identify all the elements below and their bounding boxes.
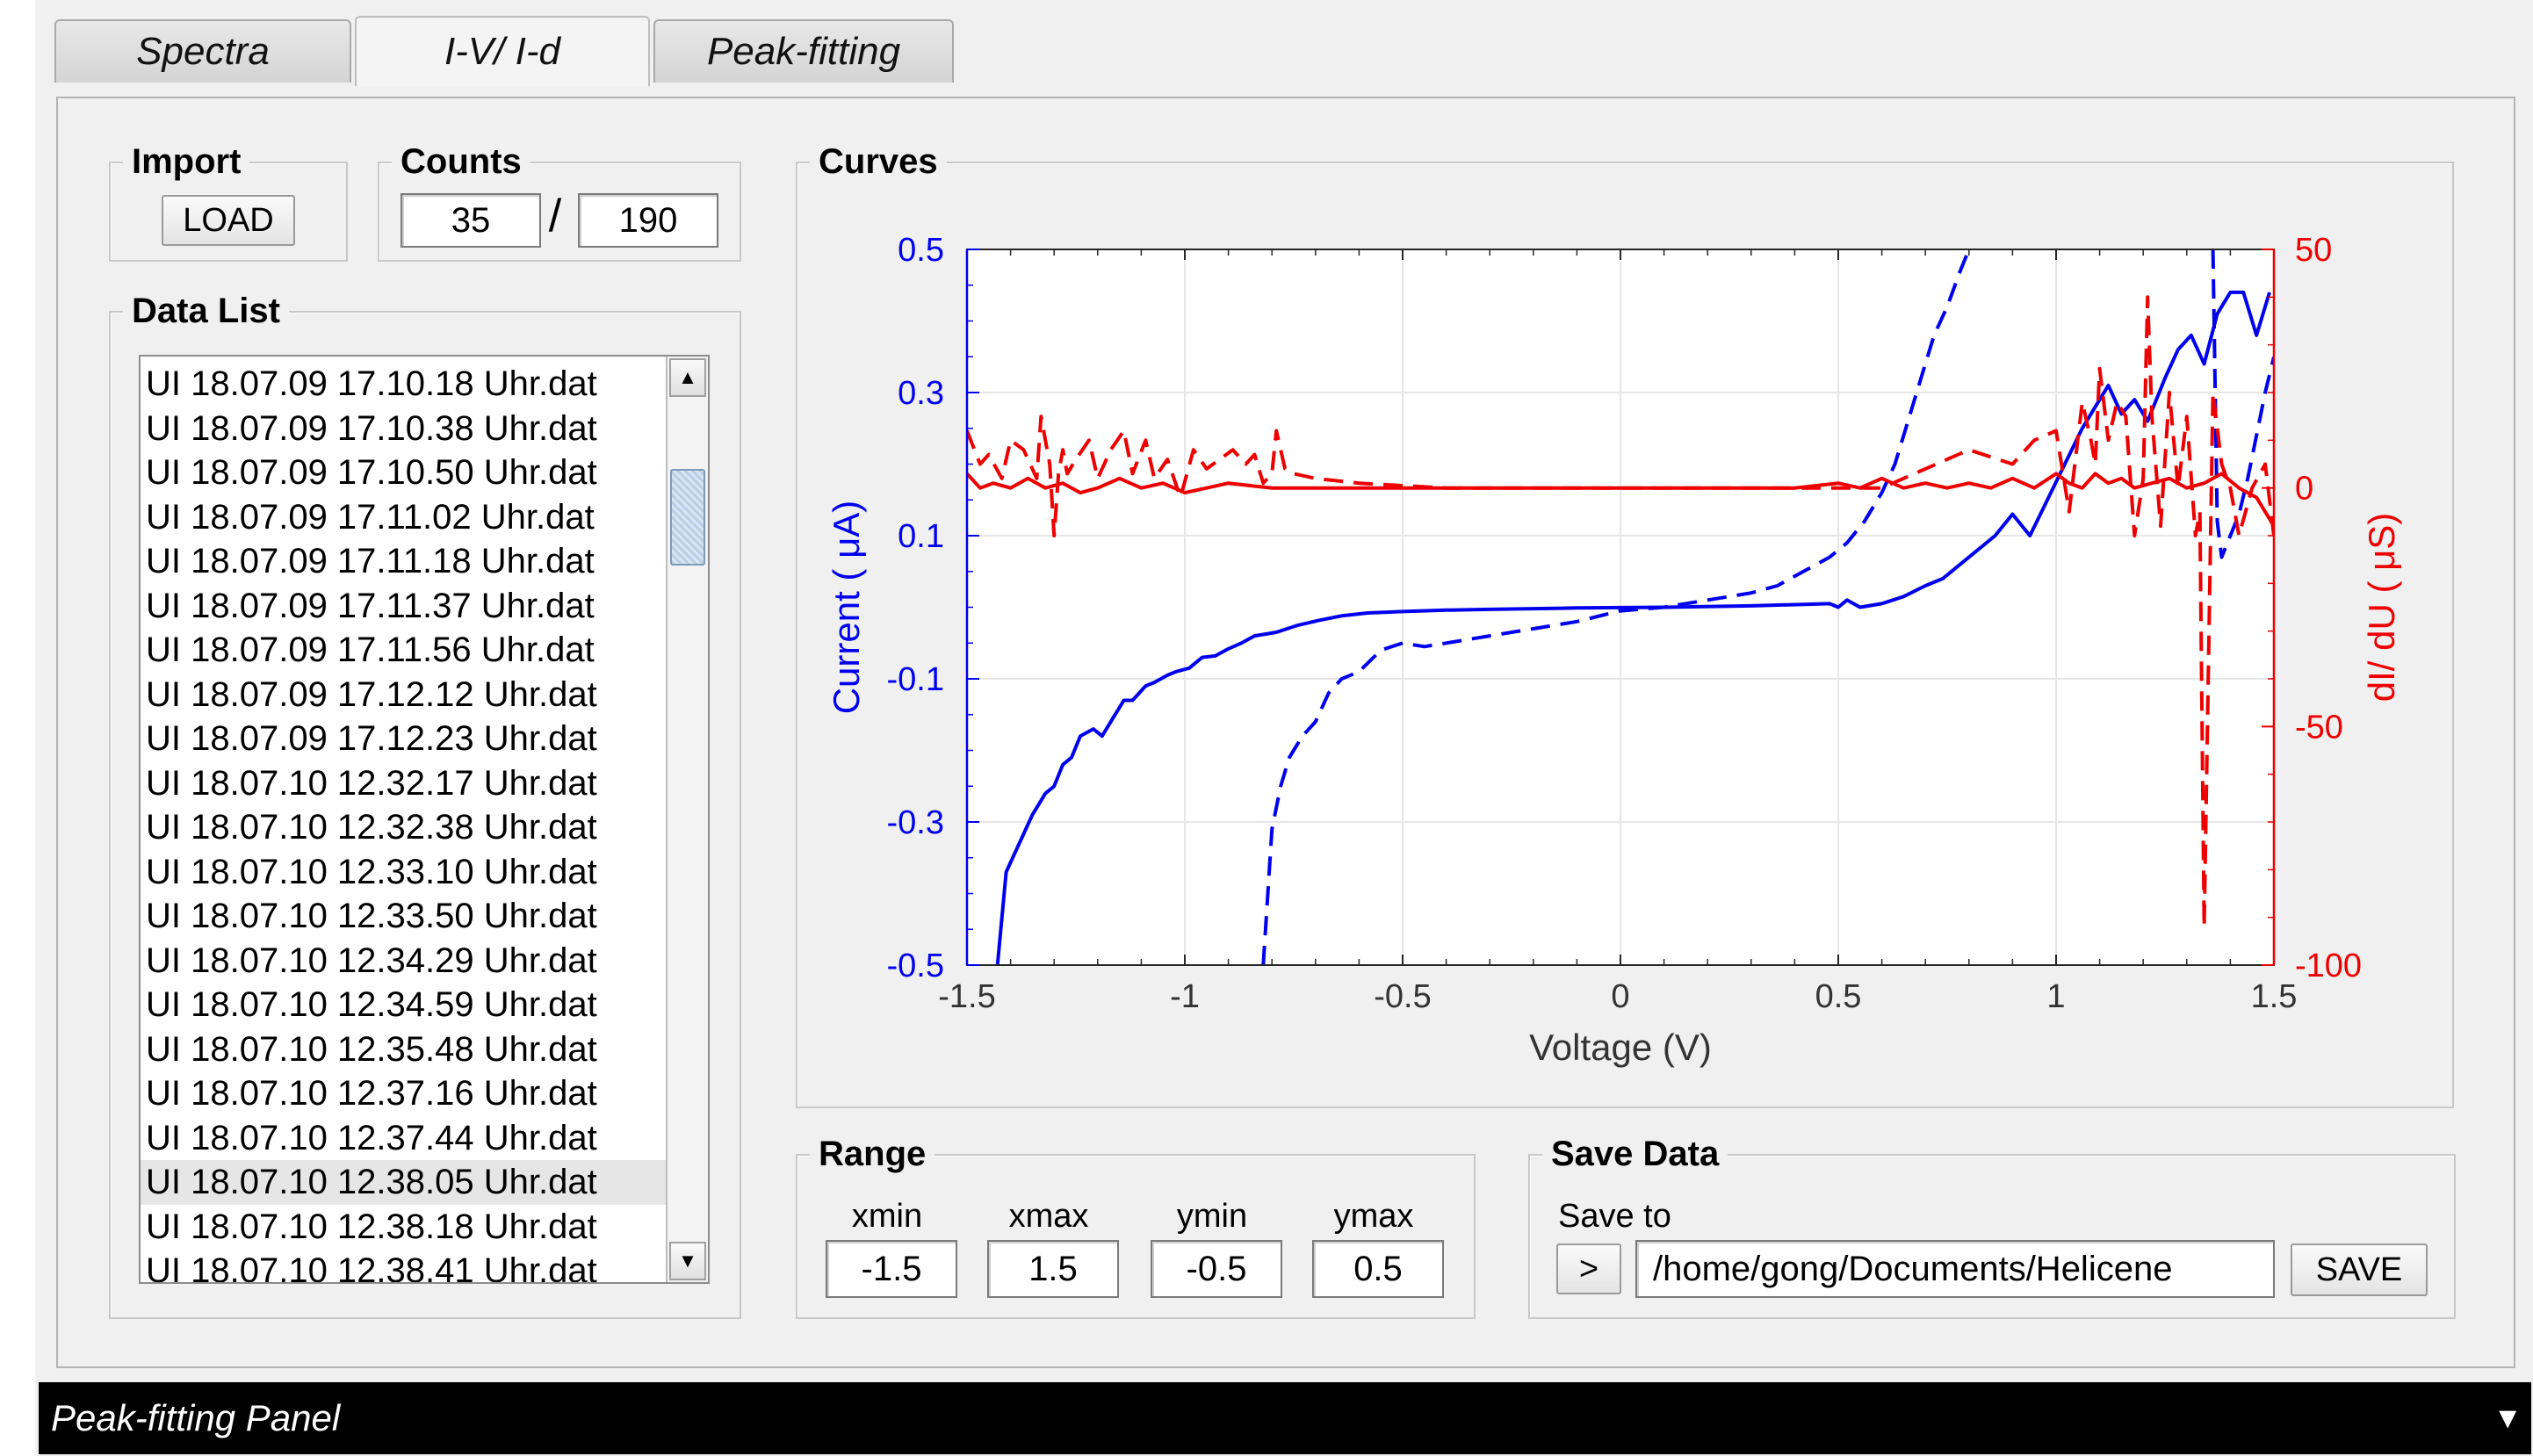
- ymax-field[interactable]: 0.5: [1312, 1240, 1444, 1298]
- list-item[interactable]: UI 18.07.10 12.38.41 Uhr.dat: [141, 1249, 666, 1282]
- xmax-field[interactable]: 1.5: [987, 1240, 1119, 1298]
- save-to-label: Save to: [1558, 1198, 1671, 1235]
- list-item[interactable]: UI 18.07.10 12.33.50 Uhr.dat: [141, 894, 666, 939]
- list-scrollbar[interactable]: ▲ ▼: [666, 357, 708, 1282]
- tab-spectra[interactable]: Spectra: [54, 19, 351, 83]
- list-item[interactable]: UI 18.07.10 12.38.18 Uhr.dat: [141, 1205, 666, 1250]
- list-item[interactable]: UI 18.07.09 17.11.18 Uhr.dat: [141, 539, 666, 584]
- list-item[interactable]: UI 18.07.09 17.10.50 Uhr.dat: [141, 450, 666, 495]
- list-item[interactable]: UI 18.07.09 17.11.02 Uhr.dat: [141, 495, 666, 540]
- expand-arrow-icon[interactable]: ▼: [2493, 1402, 2522, 1436]
- counts-separator: /: [548, 191, 562, 241]
- save-button[interactable]: SAVE: [2291, 1243, 2428, 1296]
- list-item[interactable]: UI 18.07.09 17.10.18 Uhr.dat: [141, 362, 666, 407]
- list-item[interactable]: UI 18.07.10 12.32.38 Uhr.dat: [141, 805, 666, 850]
- counts-total-field[interactable]: 190: [578, 193, 718, 248]
- curves-title: Curves: [810, 139, 947, 184]
- tab-iv-id[interactable]: I-V/ I-d: [355, 16, 650, 86]
- curves-group: Curves: [796, 139, 2454, 1108]
- range-title: Range: [810, 1131, 935, 1177]
- ymin-field[interactable]: -0.5: [1151, 1240, 1282, 1298]
- xmin-label: xmin: [851, 1198, 923, 1235]
- list-item[interactable]: UI 18.07.10 12.38.05 Uhr.dat: [141, 1160, 666, 1205]
- list-item[interactable]: UI 18.07.09 17.11.56 Uhr.dat: [141, 628, 666, 673]
- list-item[interactable]: UI 18.07.09 17.10.38 Uhr.dat: [141, 407, 666, 451]
- save-data-title: Save Data: [1542, 1131, 1728, 1177]
- scroll-down-icon[interactable]: ▼: [669, 1242, 706, 1280]
- data-listbox[interactable]: UI 18.07.09 17.10.18 Uhr.dat UI 18.07.09 …: [139, 355, 710, 1284]
- peak-fitting-panel-label: Peak-fitting Panel: [51, 1397, 341, 1438]
- xmax-label: xmax: [1008, 1198, 1089, 1235]
- window-margin: [0, 0, 35, 1456]
- scroll-thumb[interactable]: [670, 469, 705, 566]
- tab-peak-fitting[interactable]: Peak-fitting: [653, 19, 954, 83]
- list-item[interactable]: UI 18.07.09 17.11.37 Uhr.dat: [141, 584, 666, 629]
- list-item[interactable]: UI 18.07.10 12.35.48 Uhr.dat: [141, 1027, 666, 1072]
- app-window: Spectra I-V/ I-d Peak-fitting Import LOA…: [0, 0, 2533, 1456]
- list-item[interactable]: UI 18.07.10 12.32.17 Uhr.dat: [141, 761, 666, 806]
- counts-current-field[interactable]: 35: [401, 193, 541, 248]
- ymax-label: ymax: [1333, 1198, 1414, 1235]
- xmin-field[interactable]: -1.5: [826, 1240, 957, 1298]
- list-item[interactable]: UI 18.07.09 17.12.23 Uhr.dat: [141, 717, 666, 761]
- counts-title: Counts: [392, 139, 530, 184]
- list-item[interactable]: UI 18.07.10 12.34.59 Uhr.dat: [141, 983, 666, 1027]
- save-path-field[interactable]: /home/gong/Documents/Helicene: [1635, 1240, 2275, 1298]
- scroll-up-icon[interactable]: ▲: [669, 358, 706, 397]
- ymin-label: ymin: [1176, 1198, 1248, 1235]
- browse-button[interactable]: >: [1556, 1243, 1621, 1294]
- list-item[interactable]: UI 18.07.10 12.34.29 Uhr.dat: [141, 939, 666, 984]
- load-button[interactable]: LOAD: [162, 195, 295, 246]
- list-item[interactable]: UI 18.07.10 12.33.10 Uhr.dat: [141, 850, 666, 895]
- import-title: Import: [123, 139, 250, 184]
- list-item[interactable]: UI 18.07.10 12.37.44 Uhr.dat: [141, 1116, 666, 1161]
- data-list-items: UI 18.07.09 17.10.18 Uhr.dat UI 18.07.09 …: [141, 362, 666, 1282]
- peak-fitting-panel-header[interactable]: Peak-fitting Panel ▼: [39, 1382, 2531, 1454]
- data-list-title: Data List: [123, 288, 289, 334]
- list-item[interactable]: UI 18.07.10 12.37.16 Uhr.dat: [141, 1071, 666, 1116]
- list-item[interactable]: UI 18.07.09 17.12.12 Uhr.dat: [141, 673, 666, 717]
